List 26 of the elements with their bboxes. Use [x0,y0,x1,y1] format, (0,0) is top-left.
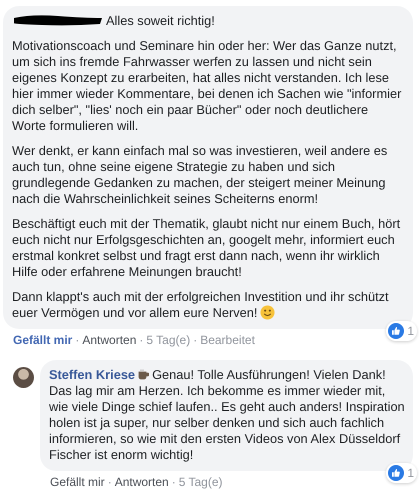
separator-dot: · [193,333,198,348]
comment-text: euer Vermögen und vor allem eure Nerven! [12,305,258,320]
like-link[interactable]: Gefällt mir [50,475,105,490]
separator-dot: · [75,333,80,348]
separator-dot: · [139,333,144,348]
like-link[interactable]: Gefällt mir [13,333,72,348]
comment-text: Wer denkt, er kann einfach mal so was investieren, weil andere es auch tun, ohne seine eigene Strategie zu haben und sich grundlegende Gedanken zu machen, der steigert meiner Meinung nach die Wahrscheinlichkeit seines Scheiterns enorm! [12,143,388,207]
reply-link[interactable]: Antworten [114,475,169,490]
separator-dot: · [108,475,112,490]
author-name[interactable]: Steffen Kriese [49,367,136,382]
reply-link[interactable]: Antworten [82,333,136,348]
comment-text: Alles soweit richtig! [106,13,215,28]
comment-text: Beschäftigt euch mit der Thematik, glaubt nicht nur einem Buch, hört euch nicht nur Erfolgsgeschichten an, googelt mehr, informiert euch erstmal konkret selbst und fragt erst dann nach, wenn ihr wirklich Hilfe oder erfahrene Meinungen braucht! [12,216,402,280]
comment-meta: 5 Tag(e) [146,333,190,348]
comment-meta: Bearbeitet [200,333,255,348]
thumbs-up-icon [388,465,404,481]
separator-dot: · [172,475,176,490]
thumbs-up-icon [388,323,404,339]
avatar[interactable] [13,367,34,388]
comment-meta: 5 Tag(e) [178,475,223,490]
comment-text: Motivationscoach und Seminare hin oder her: Wer das Ganze nutzt, um sich ins fremde Fahrwasser werfen zu lassen und nicht sein eigenes Konzept zu erarbeiten, hat alles nicht verstanden. Ich lese hier immer wieder Kommentare, bei denen ich Sachen wie "informier dich selber", "lies' noch ein paar Bücher" oder noch deutlichere Worte formulieren will. [12,38,402,134]
comment-text: Das lag mir am Herzen. Ich bekomme es immer wieder mit, wie viele Dinge schief laufen.. Es geht auch anders! Inspiration holen ist ja super, nur selber denken und sich auch fachlich informieren, so wie mit den ersten Videos von Alex Düsseldorf Fischer ist enorm wichtig! [49,383,405,463]
comment-text: Genau! Tolle Ausführungen! Vielen Dank! [152,367,386,382]
reaction-count: 1 [407,323,414,339]
reaction-count: 1 [407,465,414,481]
comment-text: Dann klappt's auch mit der erfolgreichen Investition und ihr schützt [12,289,390,305]
